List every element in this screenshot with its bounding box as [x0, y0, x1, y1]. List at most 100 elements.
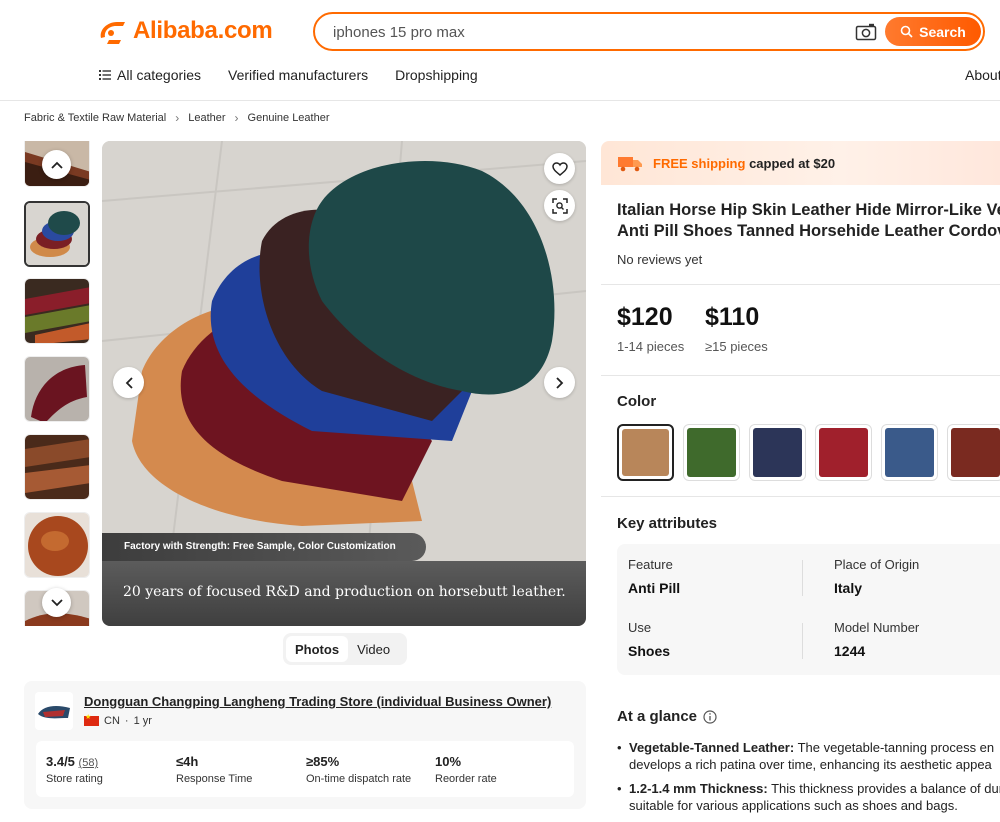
main-product-image[interactable]: Factory with Strength: Free Sample, Colo… — [102, 141, 586, 626]
color-swatch[interactable] — [749, 424, 806, 481]
store-name-link[interactable]: Dongguan Changping Langheng Trading Stor… — [84, 694, 551, 709]
color-swatch[interactable] — [815, 424, 872, 481]
nav-dropshipping[interactable]: Dropshipping — [395, 67, 478, 83]
scan-icon — [551, 197, 568, 214]
header-divider — [0, 100, 1000, 101]
attribute-value: Anti Pill — [628, 580, 681, 596]
store-logo[interactable] — [35, 692, 73, 730]
thumbnail-strip — [24, 141, 91, 626]
info-icon[interactable] — [703, 709, 717, 724]
attribute-divider — [802, 560, 803, 596]
main-nav: All categories Verified manufacturers Dr… — [99, 67, 478, 83]
thumbnail[interactable] — [24, 356, 90, 422]
thumbnail-active[interactable] — [24, 201, 90, 267]
key-attributes-title: Key attributes — [617, 515, 718, 532]
free-shipping-label: FREE shipping — [653, 155, 746, 171]
swatch-image — [951, 428, 1000, 477]
store-card: Dongguan Changping Langheng Trading Stor… — [24, 681, 586, 809]
color-swatch[interactable] — [683, 424, 740, 481]
nav-all-categories[interactable]: All categories — [99, 67, 201, 83]
stat-value: 3.4/5 — [46, 754, 75, 769]
price-quantity: 1-14 pieces — [617, 339, 685, 354]
media-toggle: Photos Video — [283, 633, 407, 665]
stat-reorder-rate: 10% Reorder rate — [435, 754, 497, 785]
divider — [601, 284, 1000, 285]
glance-item-text: This thickness provides a balance of dur — [767, 781, 1000, 796]
separator-dot: · — [124, 715, 129, 727]
truck-icon — [618, 157, 642, 172]
product-title-line: Italian Horse Hip Skin Leather Hide Mirr… — [617, 201, 1000, 219]
at-a-glance-title: At a glance — [617, 708, 717, 725]
glance-item-text: The vegetable-tanning process en — [794, 740, 995, 755]
divider — [601, 496, 1000, 497]
favorite-button[interactable] — [544, 153, 575, 184]
thumbnail[interactable] — [24, 512, 90, 578]
alibaba-logo[interactable]: Alibaba.com — [97, 16, 273, 46]
chevron-right-icon: › — [175, 111, 180, 125]
stat-value: ≤4h — [176, 754, 199, 769]
chevron-right-icon — [555, 376, 563, 389]
glance-item-heading: Vegetable-Tanned Leather: — [629, 740, 795, 755]
stat-label: Store rating — [46, 773, 103, 785]
china-flag-icon — [84, 713, 99, 726]
product-title-line: Anti Pill Shoes Tanned Horsehide Leather… — [617, 222, 1000, 240]
stat-value: ≥85% — [306, 754, 340, 769]
stat-label: On-time dispatch rate — [306, 773, 412, 785]
attribute-divider — [802, 623, 803, 659]
glance-item: Vegetable-Tanned Leather: The vegetable-… — [617, 739, 1000, 773]
store-years: 1 yr — [133, 715, 152, 727]
alibaba-logo-icon — [100, 22, 125, 44]
review-count-link[interactable]: (58) — [79, 757, 99, 769]
attribute-value: Shoes — [628, 643, 671, 659]
heart-icon — [551, 161, 568, 176]
stat-response-time: ≤4h Response Time — [176, 754, 252, 785]
color-swatch[interactable] — [947, 424, 1000, 481]
image-caption-small: Factory with Strength: Free Sample, Colo… — [102, 533, 426, 561]
color-swatch-selected[interactable] — [617, 424, 674, 481]
attribute-label: Feature — [628, 557, 673, 572]
search-button[interactable]: Search — [885, 17, 981, 46]
thumbnail-scroll-up-button[interactable] — [42, 150, 71, 179]
divider — [601, 375, 1000, 376]
chevron-right-icon: › — [234, 111, 239, 125]
color-swatches — [617, 424, 1000, 481]
breadcrumb-item[interactable]: Genuine Leather — [248, 112, 330, 124]
stat-value: 10% — [435, 754, 462, 769]
store-stats: 3.4/5 (58) Store rating ≤4h Response Tim… — [36, 741, 574, 797]
next-image-button[interactable] — [544, 367, 575, 398]
tab-video[interactable]: Video — [348, 636, 399, 662]
breadcrumb-item[interactable]: Fabric & Textile Raw Material — [24, 112, 166, 124]
search-button-label: Search — [919, 23, 966, 40]
glance-item-text: suitable for various applications such a… — [629, 798, 958, 813]
attribute-value: Italy — [834, 580, 863, 596]
chevron-left-icon — [125, 376, 133, 389]
nav-verified-manufacturers[interactable]: Verified manufacturers — [228, 67, 368, 83]
breadcrumb: Fabric & Textile Raw Material › Leather … — [24, 111, 330, 125]
stat-label: Response Time — [176, 773, 253, 785]
attribute-value: 1244 — [834, 643, 866, 659]
nav-about[interactable]: About — [965, 67, 1000, 83]
thumbnail-scroll-down-button[interactable] — [42, 588, 71, 617]
at-a-glance-list: Vegetable-Tanned Leather: The vegetable-… — [617, 739, 1000, 821]
image-search-icon[interactable] — [855, 23, 877, 41]
image-caption-large: 20 years of focused R&D and production o… — [102, 561, 586, 626]
shipping-cap-label: capped at $20 — [749, 155, 836, 171]
attribute-model-number: Model Number 1244 — [834, 620, 919, 659]
reviews-status: No reviews yet — [617, 252, 703, 267]
search-bar: Search — [313, 12, 985, 51]
thumbnail[interactable] — [24, 278, 90, 344]
color-swatch[interactable] — [881, 424, 938, 481]
chevron-down-icon — [50, 598, 63, 606]
store-country: CN — [104, 715, 120, 727]
previous-image-button[interactable] — [113, 367, 144, 398]
search-input[interactable] — [333, 21, 833, 43]
swatch-image — [819, 428, 868, 477]
tab-photos[interactable]: Photos — [286, 636, 349, 662]
thumbnail[interactable] — [24, 434, 90, 500]
visual-search-button[interactable] — [544, 190, 575, 221]
stat-label: Reorder rate — [435, 773, 497, 785]
price-tier: $120 1-14 pieces — [617, 303, 684, 354]
breadcrumb-item[interactable]: Leather — [188, 112, 225, 124]
shipping-banner: FREE shipping capped at $20 — [601, 141, 1000, 185]
stat-store-rating: 3.4/5 (58) Store rating — [46, 754, 103, 785]
